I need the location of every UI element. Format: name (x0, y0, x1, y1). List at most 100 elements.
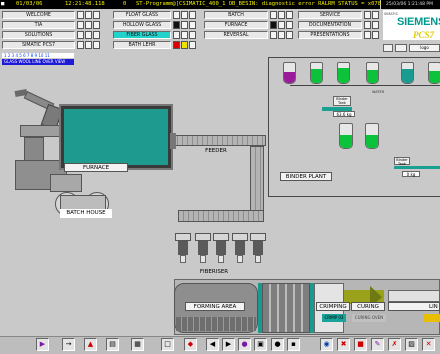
batch-conveyor (20, 125, 60, 137)
nav-float-glass[interactable]: FLOAT GLASS (113, 11, 171, 19)
status-message[interactable]: ST-Programm@[CSIMATIC_400_1 OB_BESIN: di… (136, 1, 388, 7)
toggle-icon[interactable]: ▨ (405, 338, 418, 351)
nav-presentations[interactable]: PRESENTATIONS (298, 31, 362, 39)
alarm-bell-icon[interactable]: ■ (1, 1, 4, 7)
mixing-tank[interactable] (339, 123, 353, 149)
folder-icon[interactable]: □ (161, 338, 174, 351)
silo-fill (340, 134, 352, 148)
nav-indicator (85, 21, 92, 29)
water-label: WATER (372, 90, 385, 94)
fiberiser-unit[interactable] (232, 233, 248, 263)
nav-simatic-pcs7[interactable]: SIMATIC PCS7 (2, 41, 75, 49)
brand-panel: SIEMENS SIMATIC PCS7 (383, 10, 440, 40)
nav-indicator-warning (181, 41, 188, 49)
edit-icon[interactable]: ✎ (371, 338, 384, 351)
binder-tank2-value[interactable]: 0 kg (402, 171, 420, 177)
nav-hollow-glass[interactable]: HOLLOW GLASS (113, 21, 171, 29)
arrow-right-icon[interactable]: → (62, 338, 75, 351)
divider-line (268, 57, 269, 197)
batch-house-label[interactable]: BATCH HOUSE (60, 209, 112, 218)
fiberiser-unit[interactable] (213, 233, 229, 263)
binder-silo[interactable] (428, 62, 440, 84)
nav-furnace[interactable]: FURNACE (204, 21, 268, 29)
exit-icon[interactable]: ■ (354, 338, 367, 351)
screen-icon[interactable]: ▣ (254, 338, 267, 351)
curing-label[interactable]: CURING (351, 302, 385, 311)
nav-fiber-glass[interactable]: FIBER GLASS (113, 31, 171, 39)
crimping-label[interactable]: CRIMPING (316, 302, 350, 311)
nav-documentation[interactable]: DOCUMENTATION (298, 21, 362, 29)
binder-pipe (290, 85, 440, 86)
lock-icon[interactable]: ▪ (287, 338, 300, 351)
fiberiser-unit[interactable] (175, 233, 191, 263)
nav-indicator-active (270, 21, 277, 29)
line-label[interactable]: LIN (388, 302, 440, 311)
logo-small-label[interactable]: logo (409, 44, 440, 52)
nav-indicator (372, 21, 379, 29)
nav-indicator (372, 31, 379, 39)
logo-button[interactable] (383, 44, 393, 52)
user-icon[interactable]: ✖ (337, 338, 350, 351)
mini-button[interactable] (395, 44, 407, 52)
binder-silo[interactable] (283, 62, 296, 84)
fiberiser-unit[interactable] (195, 233, 211, 263)
nav-indicator (85, 31, 92, 39)
furnace-melt (64, 109, 168, 165)
nav-indicator (278, 31, 285, 39)
print-icon[interactable]: ▦ (131, 338, 144, 351)
info-icon[interactable]: ● (238, 338, 251, 351)
nav-indicator (85, 11, 92, 19)
nav-indicator (286, 31, 293, 39)
play-icon[interactable]: ▶ (36, 338, 49, 351)
nav-indicator (189, 11, 196, 19)
forming-conveyor (176, 317, 256, 331)
nav-batch[interactable]: BATCH (204, 11, 268, 19)
transfer-conveyor (262, 283, 310, 333)
nav-solutions[interactable]: SOLUTIONS (2, 31, 75, 39)
nav-indicator-active (173, 21, 180, 29)
binder-tank1-value[interactable]: 63.6 kg (333, 111, 355, 117)
nav-tia[interactable]: TIA (2, 21, 75, 29)
next-icon[interactable]: ▶ (222, 338, 235, 351)
status-bar: ■ 01/03/06 12:21:48.118 0 ST-Programm@[C… (0, 0, 388, 9)
feeder-channel[interactable] (172, 135, 266, 146)
feeder-joint (170, 133, 176, 149)
binder-silo[interactable] (401, 62, 414, 84)
help-icon[interactable]: ◉ (320, 338, 333, 351)
silo-fill (311, 69, 322, 83)
binder-silo[interactable] (366, 62, 379, 84)
forming-area-label[interactable]: FORMING AREA (185, 302, 245, 311)
nav-indicator (93, 41, 100, 49)
previous-icon[interactable]: ◀ (206, 338, 219, 351)
binder-silo[interactable] (337, 62, 350, 84)
nav-indicator (189, 31, 196, 39)
copy-icon[interactable]: ▤ (106, 338, 119, 351)
delete-icon[interactable]: ✗ (388, 338, 401, 351)
curing-status: CURING OVEN (352, 314, 386, 322)
key-icon[interactable]: ● (271, 338, 284, 351)
nav-indicator (364, 21, 371, 29)
nav-indicator (181, 31, 188, 39)
nav-service[interactable]: SERVICE (298, 11, 362, 19)
furnace-label[interactable]: FURNACE (64, 163, 128, 172)
nav-indicator (189, 21, 196, 29)
trend-icon[interactable]: ▲ (84, 338, 97, 351)
nav-indicator (189, 41, 196, 49)
fiberiser-unit[interactable] (250, 233, 266, 263)
status-date: 01/03/06 (16, 1, 43, 7)
alarm-icon[interactable]: ◆ (184, 338, 197, 351)
nav-indicator-alarm (173, 41, 180, 49)
mixing-tank[interactable] (365, 123, 379, 149)
binder-silo[interactable] (310, 62, 323, 84)
close-icon[interactable]: ✕ (422, 338, 435, 351)
nav-indicator (173, 31, 180, 39)
silo-fill (429, 71, 440, 83)
nav-welcome[interactable]: WELCOME (2, 11, 75, 19)
nav-indicator (77, 41, 84, 49)
nav-reversal[interactable]: REVERSAL (204, 31, 268, 39)
nav-indicator (286, 21, 293, 29)
overview-numbers[interactable]: 1 2 3 4 5 6 7 8 9 10 11 (2, 53, 74, 58)
binder-plant-label[interactable]: BINDER PLANT (280, 172, 332, 181)
nav-bath-lehr[interactable]: BATH LEHR (113, 41, 171, 49)
feeder-forehearth (178, 210, 264, 222)
